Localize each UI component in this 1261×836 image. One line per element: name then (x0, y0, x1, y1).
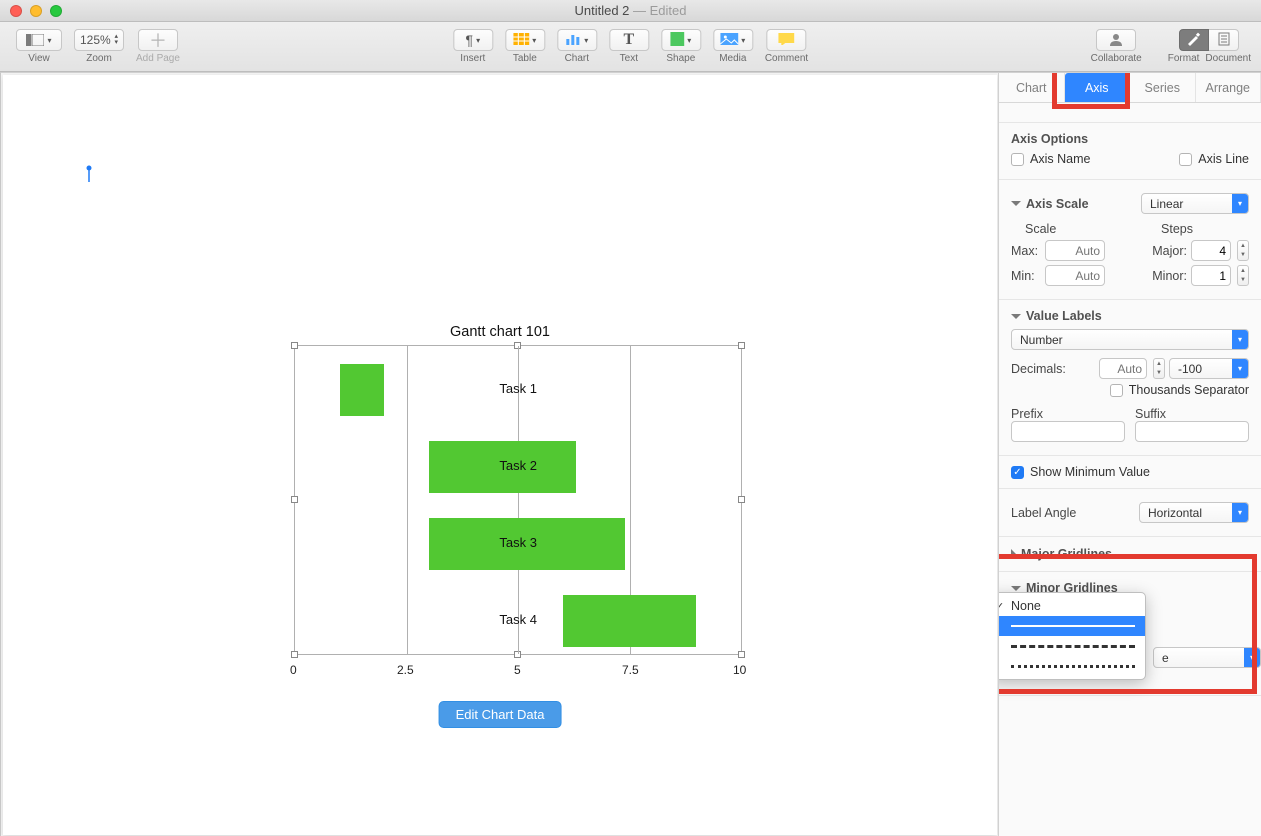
canvas[interactable]: Gantt chart 101 (0, 72, 999, 836)
comment-label: Comment (765, 53, 808, 64)
axis-name-checkbox[interactable]: Axis Name (1011, 152, 1090, 166)
max-input[interactable] (1045, 240, 1105, 261)
x-tick-4: 10 (733, 663, 746, 677)
x-tick-2: 5 (514, 663, 521, 677)
shape-icon (670, 32, 684, 49)
minor-stepper[interactable]: ▲▼ (1237, 265, 1249, 286)
min-input[interactable] (1045, 265, 1105, 286)
gridline-option-dotted[interactable] (999, 656, 1145, 676)
prefix-label: Prefix (1011, 407, 1125, 421)
bar-task1[interactable] (340, 364, 385, 416)
suffix-label: Suffix (1135, 407, 1249, 421)
value-labels-header[interactable]: Value Labels (1026, 309, 1102, 323)
table-icon (513, 33, 529, 48)
table-label: Table (513, 53, 537, 64)
tab-series[interactable]: Series (1130, 73, 1196, 102)
gridline-option-none[interactable]: ✓None (999, 596, 1145, 616)
x-tick-0: 0 (290, 663, 297, 677)
inspector-tabs: Chart Axis Series Arrange (999, 73, 1261, 103)
minor-input[interactable] (1191, 265, 1231, 286)
insert-button[interactable]: ¶▾ (453, 29, 493, 51)
view-label: View (28, 53, 50, 64)
window-title: Untitled 2 — Edited (0, 3, 1261, 18)
document-icon (1218, 32, 1230, 49)
axis-scale-select[interactable]: Linear▾ (1141, 193, 1249, 214)
chart-icon (565, 33, 581, 48)
collaborate-label: Collaborate (1091, 53, 1142, 64)
page: Gantt chart 101 (3, 75, 997, 835)
y-tick-3: Task 4 (467, 612, 537, 627)
shape-button[interactable]: ▾ (661, 29, 701, 51)
table-button[interactable]: ▾ (505, 29, 545, 51)
insertion-cursor (85, 165, 93, 186)
format-label: Format (1168, 53, 1200, 64)
bar-task4[interactable] (563, 595, 697, 647)
show-min-checkbox[interactable]: ✓Show Minimum Value (1011, 465, 1249, 479)
steps-label: Steps (1161, 222, 1193, 236)
collaborate-icon (1107, 32, 1125, 49)
text-button[interactable]: T (609, 29, 649, 51)
gridline-option-solid[interactable] (999, 616, 1145, 636)
view-button[interactable]: ▾ (16, 29, 62, 51)
scale-label: Scale (1025, 222, 1056, 236)
major-input[interactable] (1191, 240, 1231, 261)
thousands-checkbox[interactable]: Thousands Separator (1110, 383, 1249, 397)
chart-label: Chart (565, 53, 589, 64)
zoom-label: Zoom (86, 53, 112, 64)
media-label: Media (719, 53, 746, 64)
gridline-option-dashed[interactable] (999, 636, 1145, 656)
text-label: Text (620, 53, 638, 64)
chart-button[interactable]: ▾ (557, 29, 597, 51)
toolbar: ▾ View 125%▴▾ Zoom ＋ Add Page ¶▾ Insert … (0, 22, 1261, 72)
document-label: Document (1205, 53, 1251, 64)
y-tick-0: Task 1 (467, 381, 537, 396)
suffix-input[interactable] (1135, 421, 1249, 442)
tab-axis[interactable]: Axis (1065, 73, 1131, 102)
shape-label: Shape (666, 53, 695, 64)
decimals-format-select[interactable]: -100▾ (1169, 358, 1249, 379)
add-page-button[interactable]: ＋ (138, 29, 178, 51)
brush-icon (1186, 32, 1202, 49)
tab-arrange[interactable]: Arrange (1196, 73, 1261, 102)
format-button[interactable] (1179, 29, 1209, 51)
media-icon (720, 33, 738, 48)
prefix-input[interactable] (1011, 421, 1125, 442)
decimals-input[interactable] (1099, 358, 1147, 379)
axis-scale-header[interactable]: Axis Scale (1026, 197, 1089, 211)
axis-line-checkbox[interactable]: Axis Line (1179, 152, 1249, 166)
label-angle-select[interactable]: Horizontal▾ (1139, 502, 1249, 523)
comment-icon (778, 33, 794, 48)
zoom-select[interactable]: 125%▴▾ (74, 29, 124, 51)
inspector: Chart Axis Series Arrange Axis Options A… (999, 72, 1261, 836)
chart-title[interactable]: Gantt chart 101 (450, 324, 550, 340)
titlebar: Untitled 2 — Edited (0, 0, 1261, 22)
comment-button[interactable] (766, 29, 806, 51)
label-angle-label: Label Angle (1011, 506, 1076, 520)
add-page-label: Add Page (136, 53, 180, 64)
gridline-style-popup: ✓None (999, 592, 1146, 680)
y-tick-1: Task 2 (467, 458, 537, 473)
value-labels-select[interactable]: Number▾ (1011, 329, 1249, 350)
insert-label: Insert (460, 53, 485, 64)
y-tick-2: Task 3 (467, 535, 537, 550)
edit-chart-data-button[interactable]: Edit Chart Data (439, 701, 562, 728)
major-gridlines-header[interactable]: Major Gridlines (1011, 547, 1249, 561)
media-button[interactable]: ▾ (713, 29, 753, 51)
decimals-stepper[interactable]: ▲▼ (1153, 358, 1165, 379)
minor-gridlines-visible-select[interactable]: e▾ (1153, 647, 1261, 668)
axis-options-header: Axis Options (1011, 132, 1249, 146)
document-button[interactable] (1209, 29, 1239, 51)
major-stepper[interactable]: ▲▼ (1237, 240, 1249, 261)
x-tick-3: 7.5 (622, 663, 639, 677)
tab-chart[interactable]: Chart (999, 73, 1065, 102)
collaborate-button[interactable] (1096, 29, 1136, 51)
x-tick-1: 2.5 (397, 663, 414, 677)
